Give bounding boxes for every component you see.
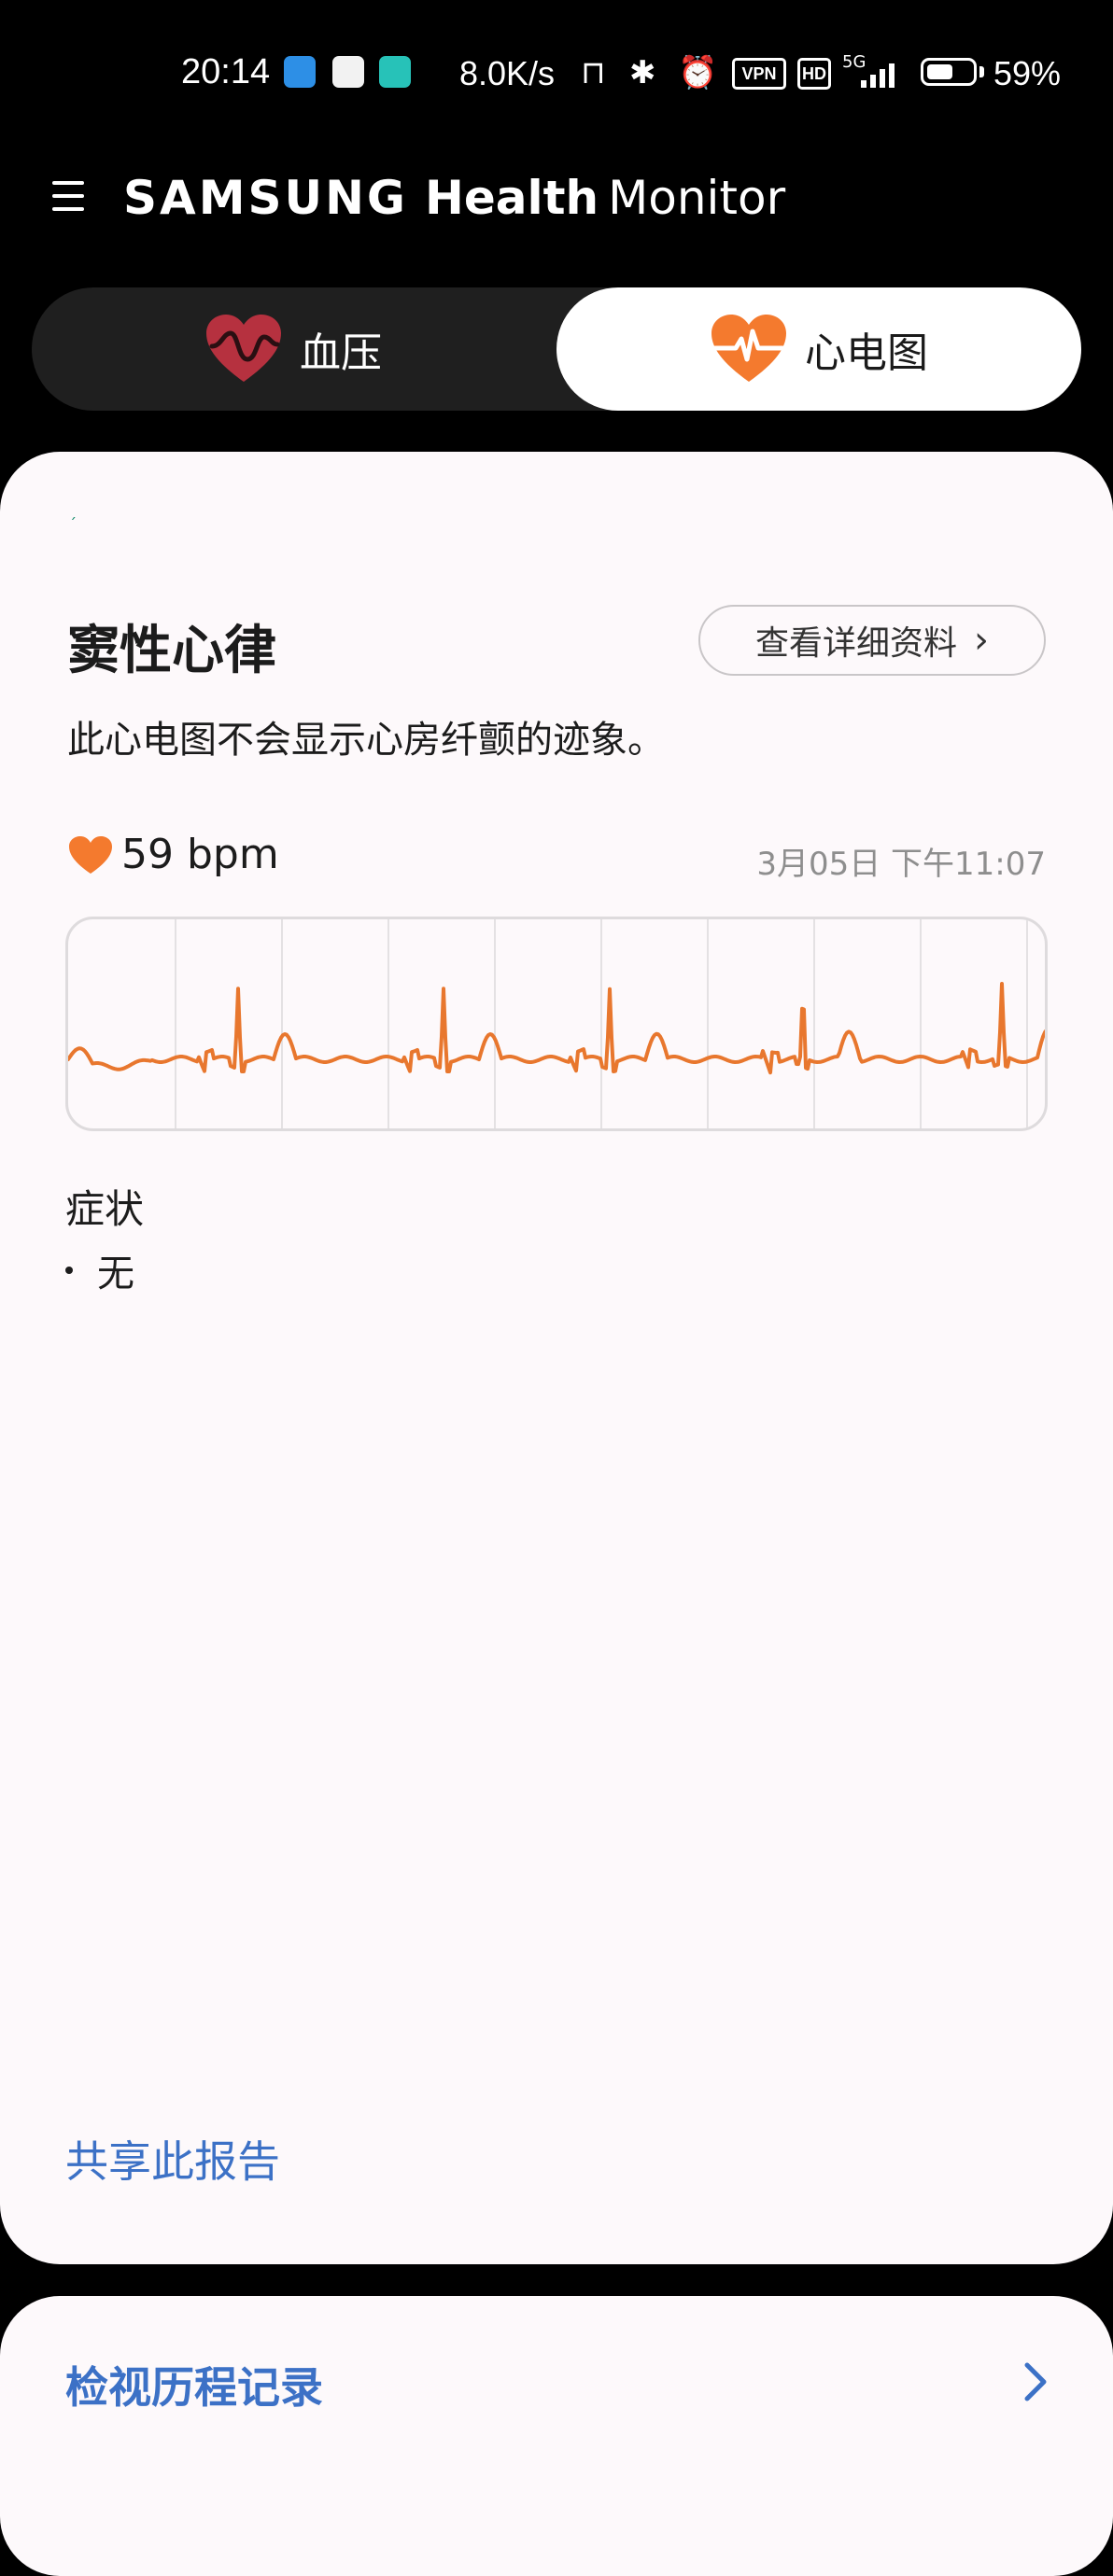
scroll-indicator: ˏ [69,502,77,520]
tab-ecg-label: 心电图 [805,329,928,377]
history-card[interactable] [0,2296,1113,2576]
view-history-link[interactable]: 检视历程记录 [65,2354,323,2415]
heart-rate: 59 bpm [67,831,279,878]
hd-badge: HD [797,58,831,90]
alarm-icon: ⏰ [678,54,718,91]
measurement-tabs: 血压 心电图 [32,287,1081,411]
status-bar: 20:14 8.0K/s ⊓ ✱ ⏰ VPN HD 5G 59% [0,0,1113,149]
symptom-text: 无 [97,1253,134,1295]
symptom-item: 无 [65,1243,134,1297]
network-speed: 8.0K/s [459,54,556,92]
bluetooth-icon: ✱ [629,54,656,91]
browser-app-icon [284,56,316,88]
assistant-app-icon [379,56,411,88]
brand-health: Health [424,171,599,225]
view-details-button[interactable]: 查看详细资料 › [698,605,1046,676]
brand-samsung: SAMSUNG [123,171,408,225]
battery-icon [921,58,977,86]
status-time: 20:14 [181,52,271,91]
battery-fill [927,64,952,79]
battery-tip [979,66,984,77]
heart-rate-value: 59 bpm [121,831,279,878]
ecg-trace [68,982,1045,1075]
tab-blood-pressure-label: 血压 [300,329,382,377]
chevron-right-icon: › [974,619,989,662]
signal-icon [859,60,906,88]
blood-pressure-heart-icon [206,315,281,382]
nfc-icon: ⊓ [581,54,606,91]
tab-ecg[interactable]: 心电图 [556,287,1081,411]
battery-percent: 59% [993,54,1062,92]
chevron-right-icon[interactable] [1021,2361,1050,2402]
ecg-waveform-graphic [68,919,1045,1128]
ecg-heart-icon [711,315,786,382]
bullet [65,1267,73,1274]
symptoms-label: 症状 [65,1186,145,1232]
brand-monitor: Monitor [608,171,786,225]
vpn-badge: VPN [732,58,786,90]
tab-blood-pressure[interactable]: 血压 [32,287,555,411]
result-description: 此心电图不会显示心房纤颤的迹象。 [67,719,665,762]
measurement-timestamp: 3月05日 下午11:07 [756,846,1046,883]
share-report-link[interactable]: 共享此报告 [65,2128,280,2190]
heart-icon [69,835,112,874]
app-title: SAMSUNG Health Monitor [123,168,785,228]
ecg-waveform [65,917,1048,1131]
view-details-label: 查看详细资料 [754,624,957,663]
puzzle-app-icon [332,56,364,88]
hamburger-menu-icon[interactable] [49,177,86,215]
result-title: 窦性心律 [67,621,276,681]
